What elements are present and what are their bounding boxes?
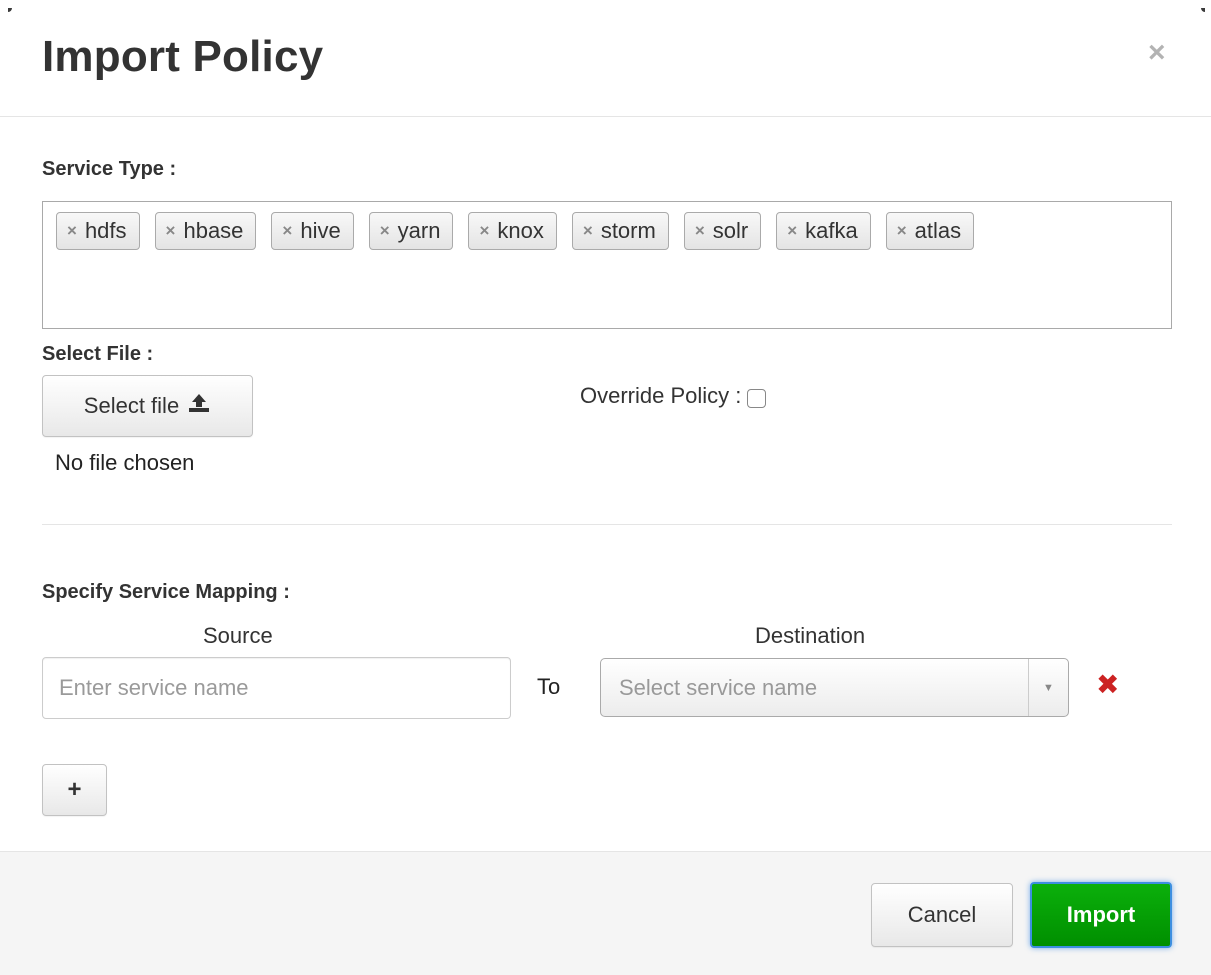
service-tag-label: kafka xyxy=(805,218,858,243)
select-dropdown-toggle[interactable]: ▼ xyxy=(1028,659,1068,716)
service-tag-label: knox xyxy=(497,218,544,243)
remove-tag-icon[interactable]: × xyxy=(695,221,705,241)
remove-tag-icon[interactable]: × xyxy=(67,221,77,241)
service-type-multiselect[interactable]: × hdfs × hbase × hive × yarn × knox × storm × solr × ka… xyxy=(42,201,1172,329)
service-tag-label: yarn xyxy=(397,218,441,243)
add-mapping-button[interactable]: + xyxy=(42,764,107,816)
override-policy-checkbox[interactable] xyxy=(747,388,767,408)
to-label: To xyxy=(537,674,561,699)
service-tag-label: hdfs xyxy=(84,218,127,243)
source-service-input[interactable] xyxy=(42,657,511,719)
destination-select-placeholder: Select service name xyxy=(619,675,818,700)
service-tag: × hbase xyxy=(154,212,257,250)
service-tag: × kafka xyxy=(776,212,871,250)
override-policy-label: Override Policy : xyxy=(580,383,742,408)
service-tag: × knox xyxy=(468,212,557,250)
service-type-label: Service Type : xyxy=(42,158,177,180)
remove-tag-icon[interactable]: × xyxy=(583,221,593,241)
import-button[interactable]: Import xyxy=(1030,882,1172,948)
destination-service-select[interactable]: Select service name ▼ xyxy=(600,658,1069,717)
cancel-button[interactable]: Cancel xyxy=(871,883,1013,947)
chevron-down-icon: ▼ xyxy=(1043,681,1054,694)
service-tag-label: storm xyxy=(600,218,656,243)
override-policy: Override Policy : xyxy=(580,383,767,409)
service-tag: × atlas xyxy=(885,212,975,250)
service-tag: × storm xyxy=(571,212,669,250)
remove-tag-icon[interactable]: × xyxy=(282,221,292,241)
file-status: No file chosen xyxy=(55,450,195,475)
select-file-button-label: Select file xyxy=(83,393,180,418)
remove-tag-icon[interactable]: × xyxy=(787,221,797,241)
upload-icon xyxy=(187,393,211,419)
close-icon[interactable]: × xyxy=(1148,38,1166,68)
dialog-header: Import Policy × xyxy=(0,0,1211,117)
select-file-button[interactable]: Select file xyxy=(42,375,253,437)
remove-tag-icon[interactable]: × xyxy=(897,221,907,241)
source-header: Source xyxy=(203,623,273,648)
remove-mapping-icon[interactable]: ✖ xyxy=(1096,671,1119,699)
service-mapping-label: Specify Service Mapping : xyxy=(42,581,290,603)
service-tag: × hive xyxy=(271,212,354,250)
remove-tag-icon[interactable]: × xyxy=(479,221,489,241)
remove-tag-icon[interactable]: × xyxy=(380,221,390,241)
service-tag: × solr xyxy=(683,212,762,250)
service-type-tags: × hdfs × hbase × hive × yarn × knox × storm × solr × ka… xyxy=(56,212,1156,250)
select-file-label: Select File : xyxy=(42,343,154,365)
service-tag: × yarn xyxy=(368,212,454,250)
destination-header: Destination xyxy=(755,623,866,648)
section-divider xyxy=(42,524,1172,525)
service-tag: × hdfs xyxy=(56,212,140,250)
service-tag-label: hbase xyxy=(183,218,244,243)
service-tag-label: atlas xyxy=(914,218,962,243)
remove-tag-icon[interactable]: × xyxy=(166,221,176,241)
dialog-title: Import Policy xyxy=(42,32,324,81)
service-tag-label: hive xyxy=(300,218,341,243)
service-tag-label: solr xyxy=(712,218,749,243)
